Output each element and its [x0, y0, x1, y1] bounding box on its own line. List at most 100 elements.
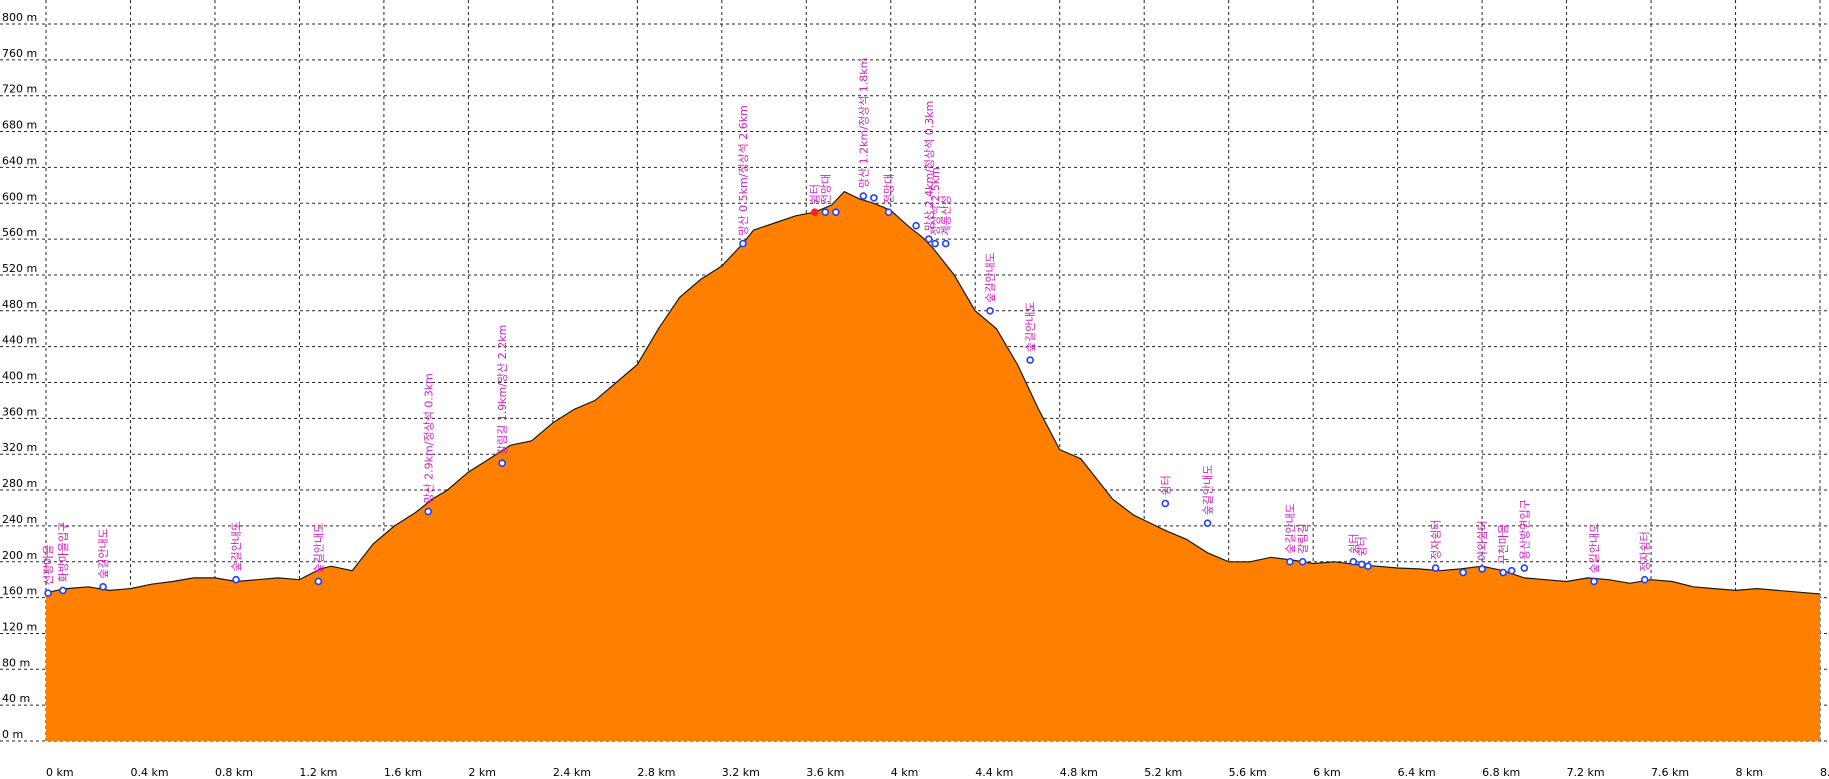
poi-label: 용산방면입구 [1518, 499, 1531, 560]
poi-marker[interactable] [1349, 557, 1358, 566]
y-tick-label: 120 m [2, 620, 37, 633]
poi-label: 숲길안내도 [312, 523, 325, 574]
y-tick-label: 640 m [2, 154, 37, 167]
x-tick-label: 4 km [891, 766, 919, 779]
poi-marker[interactable] [1640, 575, 1649, 584]
x-tick-label: 2.8 km [637, 766, 675, 779]
poi-label: 망산 1.2km/정상석 1.8km [857, 58, 870, 188]
poi-marker[interactable] [232, 575, 240, 584]
poi-marker[interactable] [1026, 356, 1034, 364]
poi-marker[interactable] [424, 507, 433, 516]
poi-label: 숲길안내도 [1202, 465, 1215, 516]
y-tick-label: 40 m [2, 692, 30, 705]
x-tick-label: 5.2 km [1144, 766, 1182, 779]
x-tick-label: 6.4 km [1398, 766, 1436, 779]
poi-label: 숲길안내도 [984, 252, 997, 303]
poi-label: 정자쉼터 [1639, 531, 1652, 571]
poi-marker[interactable] [941, 239, 950, 248]
x-tick-label: 1.2 km [299, 766, 337, 779]
poi-label: 숲길안내도 [230, 521, 243, 572]
x-tick-label: 0.8 km [215, 766, 253, 779]
y-tick-label: 200 m [2, 549, 37, 562]
poi-label: 신평마을 [42, 545, 55, 585]
poi-marker[interactable] [44, 589, 52, 597]
poi-marker[interactable] [1499, 568, 1508, 577]
poi-marker[interactable] [924, 235, 933, 243]
poi-marker[interactable] [314, 577, 323, 586]
poi-marker[interactable] [870, 194, 878, 202]
poi-label: 망산 0.5km/정상석 2.6km [737, 105, 750, 235]
poi-marker[interactable] [739, 239, 747, 248]
poi-marker[interactable] [1357, 560, 1366, 569]
poi-marker[interactable] [99, 583, 107, 591]
poi-label: 갈림길 [1296, 523, 1310, 553]
x-tick-label: 4.8 km [1060, 766, 1098, 779]
area-layer [45, 190, 1821, 742]
poi-label: 야외쉼터 [1476, 520, 1489, 560]
x-tick-label: 2.4 km [553, 766, 591, 779]
poi-label: 쉼터 [1159, 475, 1172, 495]
poi-marker[interactable] [1364, 562, 1372, 571]
y-tick-label: 680 m [2, 119, 37, 132]
poi-marker[interactable] [931, 239, 939, 248]
y-tick-label: 400 m [2, 370, 37, 383]
poi-marker[interactable] [1286, 557, 1294, 566]
y-tick-label: 240 m [2, 513, 37, 526]
poi-marker[interactable] [1590, 577, 1598, 586]
poi-marker[interactable] [498, 459, 506, 467]
poi-marker[interactable] [884, 208, 893, 217]
x-tick-label: 0.4 km [130, 766, 168, 779]
y-tick-label: 760 m [2, 47, 37, 60]
poi-label: 쉼터 [1356, 536, 1369, 556]
x-tick-label: 4.4 km [975, 766, 1013, 779]
poi-marker[interactable] [1459, 568, 1467, 577]
y-tick-label: 800 m [2, 11, 37, 24]
x-tick-label: 1.6 km [384, 766, 422, 779]
x-tick-label: 6.8 km [1482, 766, 1520, 779]
poi-marker[interactable] [821, 208, 830, 217]
x-tick-label: 7.6 km [1651, 766, 1689, 779]
x-tick-label: 5.6 km [1229, 766, 1267, 779]
poi-marker[interactable] [1478, 565, 1486, 573]
poi-label: 갈림길 1.9km/망산 2.2km [495, 325, 509, 455]
elevation-profile-svg: 신평마을 화방마을입구 숲길안내도 숲길안내도 숲길안내도망산 2.9km/정상석 0.… [0, 0, 1829, 779]
poi-marker[interactable] [1203, 519, 1212, 528]
elevation-chart: 신평마을 화방마을입구 숲길안내도 숲길안내도 숲길안내도 망산 2.9km/정상석 0.… [0, 0, 1829, 779]
poi-marker[interactable] [810, 208, 819, 217]
poi-marker[interactable] [1431, 564, 1440, 572]
y-tick-label: 440 m [2, 334, 37, 347]
x-tick-label: 3.6 km [806, 766, 844, 779]
poi-marker[interactable] [859, 192, 868, 200]
x-tick-label: 2 km [468, 766, 496, 779]
poi-label: 화방마을입구 [57, 522, 70, 583]
poi-marker[interactable] [912, 221, 920, 230]
poi-marker[interactable] [832, 208, 840, 217]
poi-marker[interactable] [59, 586, 67, 595]
y-tick-label: 0 m [2, 728, 23, 741]
y-tick-label: 560 m [2, 226, 37, 239]
poi-marker[interactable] [1161, 499, 1170, 508]
poi-label: 전망대 [883, 174, 896, 204]
y-tick-label: 280 m [2, 477, 37, 490]
poi-marker[interactable] [1507, 566, 1516, 575]
y-tick-label: 360 m [2, 405, 37, 418]
x-tick-label: 7.2 km [1567, 766, 1605, 779]
poi-label: 계룡산성 [940, 195, 953, 235]
poi-label: 숲길안내도 [1284, 503, 1297, 554]
y-tick-label: 320 m [2, 441, 37, 454]
y-tick-label: 80 m [2, 656, 30, 669]
x-tick-label: 8 km [1736, 766, 1764, 779]
y-tick-label: 480 m [2, 298, 37, 311]
poi-label: 숲길안내도 [97, 528, 110, 579]
poi-label: 숲길안내도 [1024, 301, 1037, 352]
poi-marker[interactable] [1298, 557, 1307, 566]
y-tick-label: 720 m [2, 83, 37, 96]
poi-marker[interactable] [1520, 564, 1529, 572]
x-tick-label: 6 km [1313, 766, 1341, 779]
x-tick-label: 3.2 km [722, 766, 760, 779]
y-tick-label: 160 m [2, 585, 37, 598]
poi-marker[interactable] [986, 306, 994, 315]
y-tick-label: 600 m [2, 190, 37, 203]
poi-label: 구천마을 [1496, 524, 1510, 564]
poi-label: 숲길안내도 [1588, 523, 1601, 574]
